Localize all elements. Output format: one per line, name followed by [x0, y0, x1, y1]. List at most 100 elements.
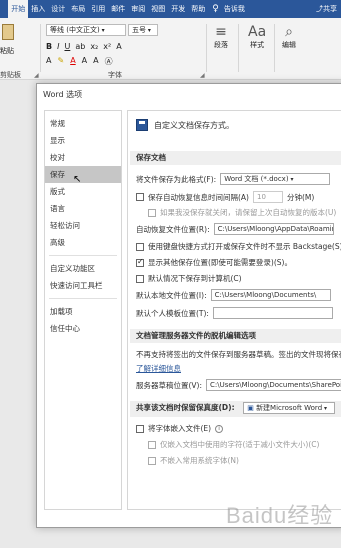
strikethrough-icon[interactable]: ab: [75, 42, 85, 51]
nav-item-trust-center[interactable]: 信任中心: [45, 320, 121, 337]
minutes-unit: 分钟(M): [286, 192, 315, 202]
tab-home[interactable]: 开始: [8, 0, 29, 18]
drafts-location-row: 服务器草稿位置(V): C:\Users\Mloong\Documents\Sh…: [136, 379, 341, 391]
nav-item-typography[interactable]: 版式: [45, 183, 121, 200]
no-backstage-label: 使用键盘快捷方式打开或保存文件时不显示 Backstage(S): [148, 242, 341, 251]
tab-mailings[interactable]: 邮件: [108, 0, 128, 18]
embed-used-only-checkbox[interactable]: [148, 440, 156, 449]
autorecover-location-row: 自动恢复文件位置(R): C:\Users\Mloong\AppData\Roa…: [136, 223, 334, 235]
no-common-fonts-label: 不嵌入常用系统字体(N): [160, 456, 239, 465]
embed-fonts-label: 将字体嵌入文件(E): [148, 424, 212, 433]
word-options-dialog: Word 选项 常规 显示 校对 保存 版式 语言 轻松访问 高级 自定义功能区…: [36, 83, 341, 528]
keep-last-checkbox[interactable]: [148, 208, 156, 217]
autorecover-minutes-input[interactable]: 10: [252, 191, 283, 203]
nav-item-language[interactable]: 语言: [45, 200, 121, 217]
tab-references[interactable]: 引用: [88, 0, 108, 18]
embed-fonts-checkbox[interactable]: [136, 424, 144, 433]
nav-item-customize-ribbon[interactable]: 自定义功能区: [45, 260, 121, 277]
tab-help[interactable]: 帮助: [188, 0, 208, 18]
paste-icon[interactable]: [2, 24, 14, 40]
nav-divider: [49, 294, 117, 299]
nav-item-accessibility[interactable]: 轻松访问: [45, 217, 121, 234]
nav-item-proofing[interactable]: 校对: [45, 149, 121, 166]
no-backstage-checkbox[interactable]: [136, 242, 144, 251]
separator: [238, 24, 239, 72]
tab-layout[interactable]: 布局: [68, 0, 88, 18]
autorecover-location-input[interactable]: C:\Users\Mloong\AppData\Roaming: [213, 223, 334, 235]
font-size-combo[interactable]: 五号: [128, 24, 158, 36]
default-local-input[interactable]: C:\Users\Mloong\Documents\: [210, 289, 331, 301]
default-local-label: 默认本地文件位置(I):: [136, 290, 207, 300]
paragraph-button[interactable]: ≡ 段落: [214, 24, 228, 50]
panel-header-text: 自定义文档保存方式。: [154, 120, 234, 130]
lightbulb-icon[interactable]: ♀: [208, 4, 221, 14]
fidelity-label: 共享该文档时保留保真度(D):: [136, 403, 235, 412]
word-doc-icon: ▣: [247, 404, 257, 412]
tab-review[interactable]: 审阅: [128, 0, 148, 18]
dialog-title: Word 选项: [43, 90, 83, 99]
tab-insert[interactable]: 插入: [28, 0, 48, 18]
separator: [274, 24, 275, 72]
watermark: Baidu经验: [226, 503, 334, 528]
tell-me-box[interactable]: 告诉我: [221, 0, 248, 18]
nav-item-general[interactable]: 常规: [45, 115, 121, 132]
nav-item-save[interactable]: 保存: [45, 166, 121, 183]
nav-item-advanced[interactable]: 高级: [45, 234, 121, 251]
offline-note: 不再支持将签出的文件保存到服务器草稿。签出的文件现将保存到 Office 文档缓…: [136, 350, 341, 359]
font-group-label: 字体: [108, 71, 122, 79]
clear-format-icon[interactable]: A: [116, 42, 121, 51]
clipboard-launcher-icon[interactable]: ◢: [34, 72, 39, 79]
shrink-font-icon[interactable]: A: [93, 56, 98, 67]
embed-used-only-row: 仅嵌入文档中使用的字符(适于减小文件大小)(C): [148, 439, 319, 450]
font-launcher-icon[interactable]: ◢: [200, 72, 205, 79]
paragraph-icon: ≡: [215, 24, 227, 40]
share-label: 共享: [323, 5, 337, 13]
no-common-fonts-row: 不嵌入常用系统字体(N): [148, 455, 239, 466]
autorecover-row: 保存自动恢复信息时间间隔(A) 10 分钟(M): [136, 191, 314, 203]
autorecover-label: 保存自动恢复信息时间间隔(A): [148, 192, 249, 202]
font-name-combo[interactable]: 等线 (中文正文): [46, 24, 126, 36]
share-button[interactable]: ⤴ 共享: [316, 0, 337, 18]
editing-label: 编辑: [282, 41, 296, 49]
learn-more-link[interactable]: 了解详细信息: [136, 363, 181, 374]
tab-view[interactable]: 视图: [148, 0, 168, 18]
nav-item-addins[interactable]: 加载项: [45, 303, 121, 320]
tab-developer[interactable]: 开发: [168, 0, 188, 18]
subscript-icon[interactable]: x₂: [90, 42, 98, 51]
default-to-computer-label: 默认情况下保存到计算机(C): [148, 274, 242, 283]
save-options-panel: 自定义文档保存方式。 保存文档 将文件保存为此格式(F): Word 文档 (*…: [127, 110, 341, 510]
save-format-select[interactable]: Word 文档 (*.docx): [220, 173, 331, 185]
highlight-icon[interactable]: ✎: [57, 56, 64, 67]
styles-button[interactable]: Aa 样式: [248, 24, 266, 50]
drafts-location-label: 服务器草稿位置(V):: [136, 380, 203, 390]
paste-label: 粘贴: [0, 47, 14, 55]
fidelity-doc-select[interactable]: ▣ 新建Microsoft Word: [243, 402, 336, 414]
italic-icon[interactable]: I: [57, 42, 59, 51]
drafts-location-input[interactable]: C:\Users\Mloong\Documents\SharePoint: [206, 379, 341, 391]
nav-item-quick-access[interactable]: 快速访问工具栏: [45, 277, 121, 294]
superscript-icon[interactable]: x²: [103, 42, 111, 51]
show-more-locations-label: 显示其他保存位置(即使可能需要登录)(S)。: [148, 258, 292, 267]
save-icon: [136, 119, 148, 131]
autorecover-checkbox[interactable]: [136, 193, 144, 201]
styles-icon: Aa: [248, 24, 267, 40]
format-row-2: A ✎ A A A Ⓐ: [46, 56, 113, 67]
default-template-input[interactable]: [212, 307, 333, 319]
autorecover-location-label: 自动恢复文件位置(R):: [136, 224, 210, 234]
bold-icon[interactable]: B: [46, 42, 52, 51]
nav-item-display[interactable]: 显示: [45, 132, 121, 149]
underline-icon[interactable]: U: [64, 42, 70, 51]
keep-last-label: 如果我没保存就关闭，请保留上次自动恢复的版本(U): [160, 208, 337, 217]
file-tab[interactable]: [0, 0, 8, 18]
default-to-computer-checkbox[interactable]: [136, 274, 144, 283]
font-color-icon[interactable]: A: [70, 56, 75, 67]
no-common-fonts-checkbox[interactable]: [148, 456, 156, 465]
editing-button[interactable]: ⌕ 编辑: [282, 24, 296, 50]
tab-design[interactable]: 设计: [48, 0, 68, 18]
show-more-locations-checkbox[interactable]: [136, 257, 144, 267]
text-effect-icon[interactable]: A: [46, 56, 51, 67]
section-offline-editing: 文档管理服务器文件的脱机编辑选项: [130, 329, 341, 343]
char-border-icon[interactable]: Ⓐ: [105, 56, 113, 67]
grow-font-icon[interactable]: A: [82, 56, 87, 67]
nav-divider: [49, 251, 117, 256]
